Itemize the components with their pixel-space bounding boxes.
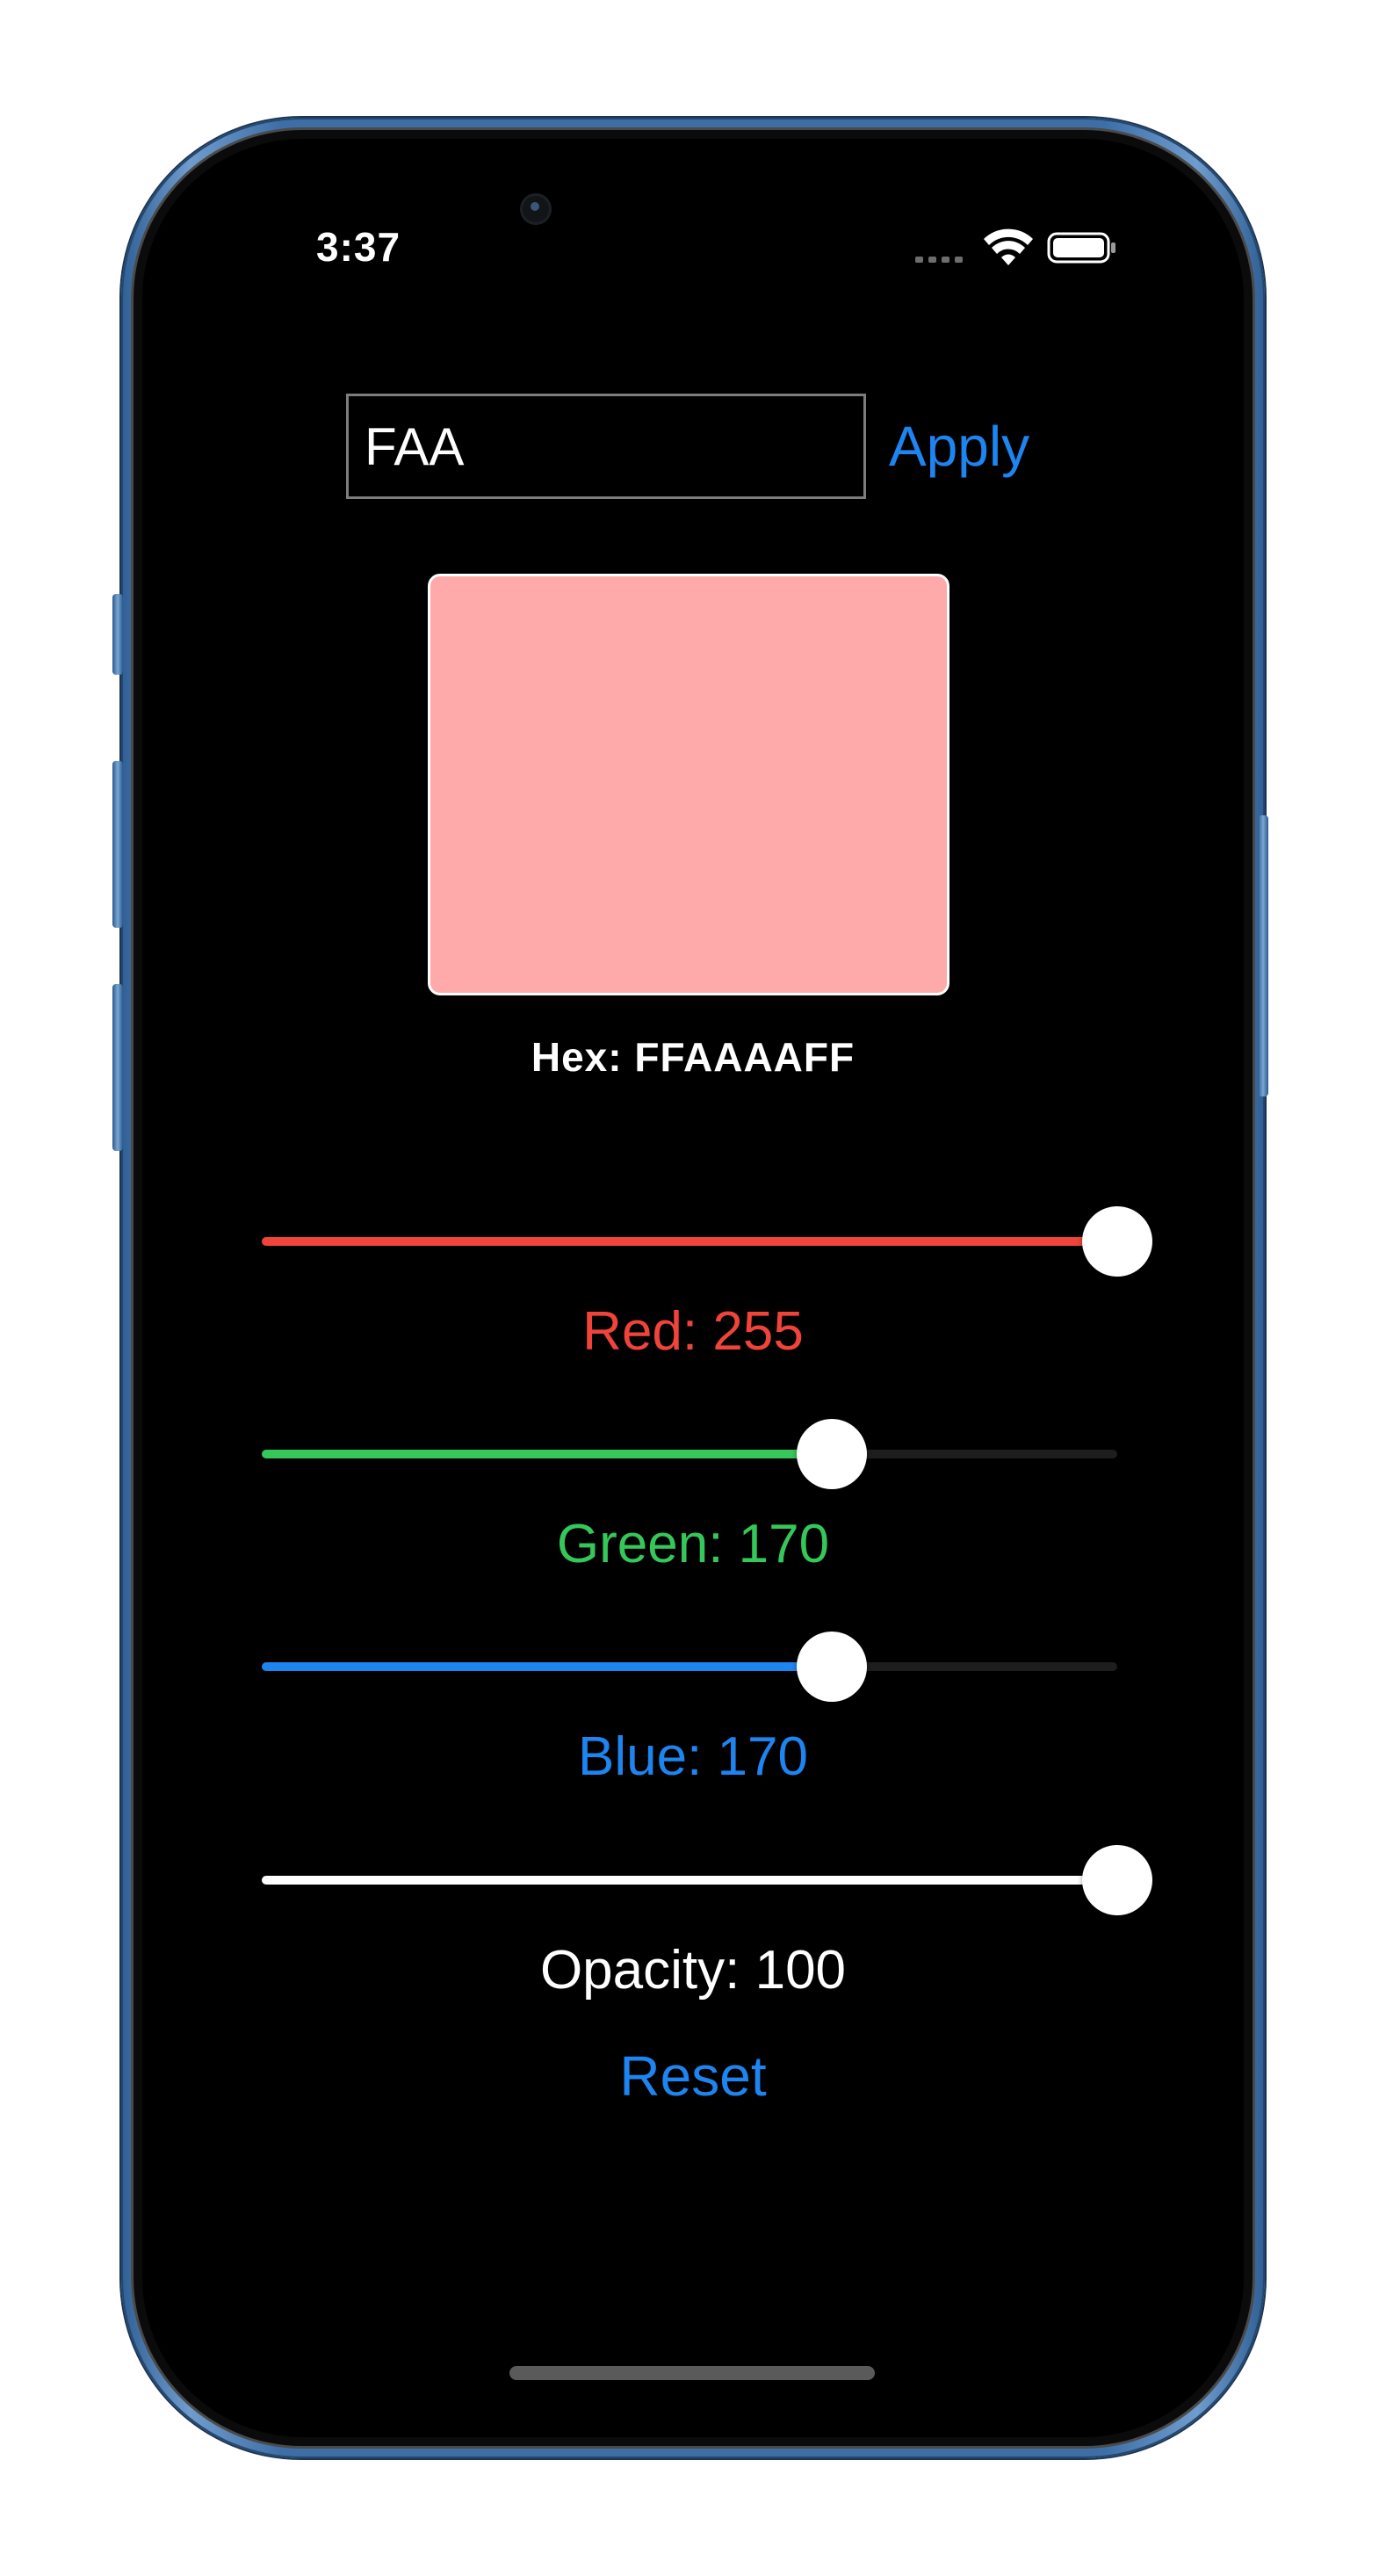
blue-slider-thumb[interactable] [797, 1632, 868, 1702]
hex-input[interactable] [346, 394, 866, 499]
green-slider-fill [262, 1450, 833, 1458]
red-slider-fill [262, 1237, 1117, 1246]
opacity-slider[interactable] [262, 1839, 1152, 1918]
red-slider[interactable] [262, 1200, 1152, 1279]
hex-value-label: Hex: FFAAAAFF [531, 1034, 856, 1080]
blue-value-label: Blue: 170 [578, 1726, 808, 1787]
volume-up-button [112, 761, 123, 928]
red-slider-thumb[interactable] [1082, 1206, 1152, 1277]
home-indicator [509, 2366, 875, 2380]
cellular-signal-icon [915, 257, 963, 263]
green-slider-thumb[interactable] [797, 1419, 868, 1489]
opacity-value-label: Opacity: 100 [539, 1940, 847, 2001]
color-preview [428, 574, 949, 995]
wifi-icon [984, 228, 1033, 265]
red-value-label: Red: 255 [582, 1301, 804, 1362]
blue-slider[interactable] [262, 1625, 1117, 1704]
blue-slider-fill [262, 1662, 833, 1671]
power-button [1258, 815, 1268, 1096]
opacity-slider-fill [262, 1876, 1117, 1885]
opacity-slider-thumb[interactable] [1082, 1845, 1152, 1915]
front-camera-icon [520, 193, 552, 225]
screen: 3:37 Apply Hex: FFAAAAFF Red: 255 Green:… [142, 139, 1244, 2437]
apply-button[interactable]: Apply [889, 401, 1029, 492]
reset-button[interactable]: Reset [142, 2044, 1244, 2109]
status-time: 3:37 [316, 224, 401, 270]
mute-switch [112, 594, 123, 675]
volume-down-button [112, 984, 123, 1151]
battery-icon [1047, 232, 1115, 264]
green-slider[interactable] [262, 1413, 1117, 1492]
green-value-label: Green: 170 [556, 1514, 830, 1574]
